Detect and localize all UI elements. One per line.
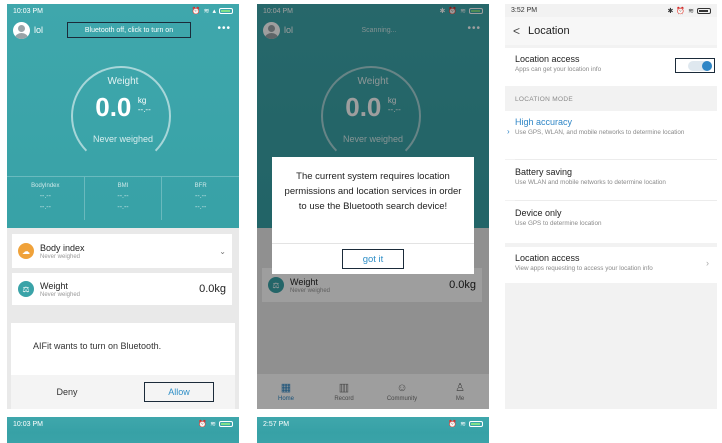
weight-card-subtitle: Never weighed <box>40 291 81 298</box>
panel-partial-4: 10:03 PM ⏰ ≋ <box>7 417 239 443</box>
body-index-subtitle: Never weighed <box>40 253 81 260</box>
empty-area <box>505 286 717 409</box>
apps-access-subtitle: View apps requesting to access your loca… <box>515 265 653 272</box>
alarm-icon: ⏰ <box>676 7 686 15</box>
status-bar: 3:52 PM ✱ ⏰ ≋ <box>505 4 717 17</box>
avatar[interactable] <box>13 21 30 39</box>
status-bar: 2:57 PM ⏰ ≋ <box>257 417 489 431</box>
metrics-row: BodyIndex --.-- --.-- BMI --.-- --.-- BF… <box>7 176 239 220</box>
status-icons: ⏰ ≋ ▴ <box>192 7 233 15</box>
dialog-button-row: got it <box>272 243 474 274</box>
gauge-subtitle: Never weighed <box>92 134 154 144</box>
battery-saving-title: Battery saving <box>515 167 573 177</box>
weight-card-value: 0.0kg <box>199 283 226 295</box>
wifi-icon: ≋ <box>203 8 210 15</box>
panel-partial-5: 2:57 PM ⏰ ≋ <box>257 417 489 443</box>
battery-saving-subtitle: Use WLAN and mobile networks to determin… <box>515 179 666 186</box>
status-time: 10:03 PM <box>13 420 43 428</box>
gauge-title: Weight <box>107 76 139 87</box>
weight-unit: kg --.-- <box>137 96 151 114</box>
selected-indicator-icon: › <box>507 127 510 136</box>
deny-button[interactable]: Deny <box>11 375 123 409</box>
more-icon[interactable]: ••• <box>217 23 231 34</box>
weight-scale-icon: ⚖ <box>18 281 34 297</box>
metric-bmi: BMI --.-- --.-- <box>85 177 163 220</box>
body-index-icon: ☁ <box>18 243 34 259</box>
metric-bfr: BFR --.-- --.-- <box>194 183 207 211</box>
mode-device-only[interactable]: Device only Use GPS to determine locatio… <box>505 201 717 243</box>
toggle-track <box>688 60 712 71</box>
settings-header: < Location <box>505 17 717 45</box>
status-icons: ⏰ ≋ <box>198 420 233 428</box>
bluetooth-icon: ✱ <box>667 7 674 15</box>
battery-icon <box>219 421 233 427</box>
back-icon[interactable]: < <box>513 24 520 38</box>
alarm-icon: ⏰ <box>198 421 208 428</box>
status-bar: 10:03 PM ⏰ ≋ ▴ <box>7 4 239 18</box>
alarm-icon: ⏰ <box>191 8 201 15</box>
status-time: 3:52 PM <box>511 7 538 14</box>
device-only-title: Device only <box>515 208 562 218</box>
chevron-down-icon[interactable]: ⌄ <box>219 247 226 256</box>
chevron-right-icon: › <box>706 258 709 268</box>
apps-location-access-row[interactable]: Location access View apps requesting to … <box>505 247 717 283</box>
battery-icon <box>697 7 711 14</box>
panel-bluetooth-request: 10:03 PM ⏰ ≋ ▴ lol Bluetooth off, click … <box>7 4 239 409</box>
allow-button[interactable]: Allow <box>123 375 235 409</box>
high-accuracy-title: High accuracy <box>515 117 573 127</box>
top-bar: lol Bluetooth off, click to turn on ••• <box>7 18 239 42</box>
body-index-title: Body index <box>40 242 85 253</box>
status-time: 2:57 PM <box>263 420 290 428</box>
status-bar: 10:03 PM ⏰ ≋ <box>7 417 239 431</box>
panel-location-settings: 3:52 PM ✱ ⏰ ≋ < Location Location access… <box>505 4 717 409</box>
page-title: Location <box>528 25 570 37</box>
wifi-icon: ≋ <box>688 7 694 15</box>
battery-icon <box>469 421 483 427</box>
mode-high-accuracy[interactable]: High accuracy Use GPS, WLAN, and mobile … <box>505 111 717 159</box>
status-icons: ✱ ⏰ ≋ <box>668 7 711 15</box>
weight-value: 0.0 <box>95 92 132 122</box>
gauge-value: 0.0 kg --.-- <box>7 92 239 123</box>
battery-icon <box>219 8 233 14</box>
dialog-buttons: Deny Allow <box>11 375 235 409</box>
metric-bodyindex: BodyIndex --.-- --.-- <box>7 177 85 220</box>
apps-access-title: Location access <box>515 253 580 263</box>
high-accuracy-subtitle: Use GPS, WLAN, and mobile networks to de… <box>515 129 685 136</box>
mode-battery-saving[interactable]: Battery saving Use WLAN and mobile netwo… <box>505 160 717 200</box>
body-index-card[interactable]: ☁ Body index Never weighed ⌄ <box>12 234 232 268</box>
wifi-icon: ≋ <box>460 421 466 428</box>
permission-message: The current system requires location per… <box>284 171 462 212</box>
location-toggle[interactable] <box>675 58 715 73</box>
location-permission-dialog: The current system requires location per… <box>272 157 474 274</box>
got-it-button[interactable]: got it <box>342 249 404 269</box>
wifi-icon: ≋ <box>210 421 216 428</box>
dialog-message: AIFit wants to turn on Bluetooth. <box>33 341 162 351</box>
bluetooth-permission-dialog: AIFit wants to turn on Bluetooth. Deny A… <box>11 323 235 409</box>
toggle-knob <box>702 60 712 71</box>
location-access-row[interactable]: Location access Apps can get your locati… <box>505 48 717 86</box>
allow-button-label: Allow <box>144 382 214 402</box>
status-icons: ⏰ ≋ <box>448 420 483 428</box>
bluetooth-off-banner[interactable]: Bluetooth off, click to turn on <box>67 22 191 38</box>
weight-card[interactable]: ⚖ Weight Never weighed 0.0kg <box>12 273 232 305</box>
alarm-icon: ⏰ <box>448 421 458 428</box>
device-only-subtitle: Use GPS to determine location <box>515 220 602 227</box>
signal-icon: ▴ <box>212 8 216 15</box>
panel-location-required: 10:04 PM ✱ ⏰ ≋ lol Scanning... ••• Weigh… <box>257 4 489 409</box>
weight-card-title: Weight <box>40 280 68 291</box>
username: lol <box>34 25 44 35</box>
status-time: 10:03 PM <box>13 7 43 15</box>
screenshot-collage: 10:03 PM ⏰ ≋ ▴ lol Bluetooth off, click … <box>0 0 722 443</box>
location-mode-section: LOCATION MODE <box>515 96 573 103</box>
